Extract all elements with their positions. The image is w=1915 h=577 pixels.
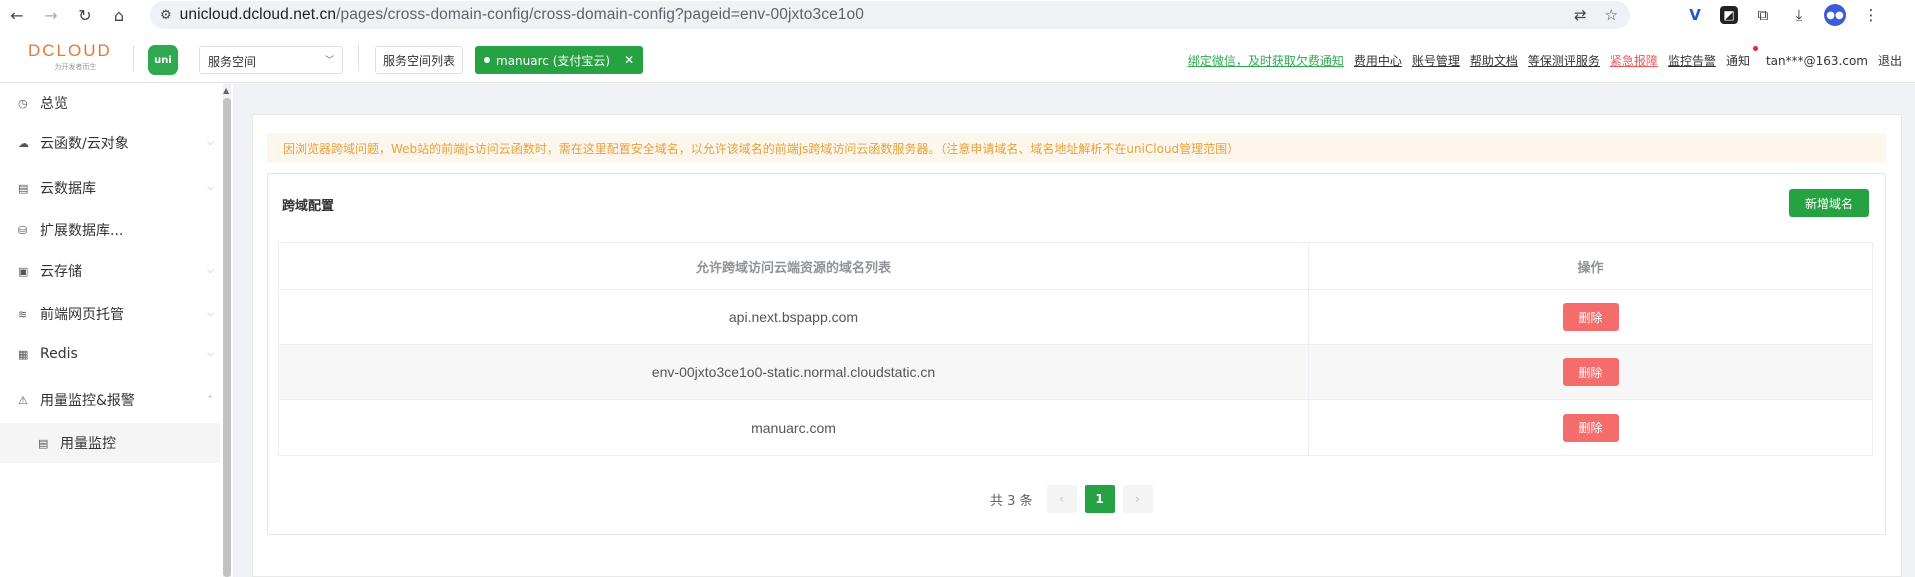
chevron-down-icon: ﹀	[324, 56, 334, 66]
cylinder-icon: ⛁	[18, 223, 28, 237]
scroll-up-icon[interactable]: ▲	[223, 86, 229, 95]
divider	[133, 45, 134, 71]
emergency-report-link[interactable]: 紧急报障	[1610, 52, 1658, 69]
redis-icon: ▦	[18, 347, 29, 361]
sidebar-item-extended-database[interactable]: ⛁ 扩展数据库...	[0, 210, 220, 250]
app-header: DCLOUD 为开发者而生 uni 服务空间 ﹀ 服务空间列表 manuarc …	[0, 31, 1915, 83]
domain-table: 允许跨域访问云端资源的域名列表 操作 api.next.bspapp.com 删…	[278, 242, 1873, 456]
dcloud-logo[interactable]: DCLOUD 为开发者而生	[28, 41, 123, 72]
chevron-down-icon: ⌵	[207, 349, 214, 359]
notification-link[interactable]: 通知	[1726, 46, 1758, 69]
monitor-icon: ▤	[38, 436, 49, 450]
column-header-actions: 操作	[1577, 260, 1604, 276]
chevron-down-icon: ⌵	[207, 183, 214, 193]
close-icon[interactable]: ✕	[624, 53, 634, 67]
pagination: 共 3 条 ‹ 1 ›	[990, 485, 1153, 513]
table-row: env-00jxto3ce1o0-static.normal.cloudstat…	[279, 345, 1872, 400]
menu-kebab-icon[interactable]: ⋮	[1860, 4, 1882, 26]
sidebar-scroll-thumb[interactable]	[223, 98, 231, 577]
add-domain-button[interactable]: 新增域名	[1789, 189, 1869, 217]
translate-icon[interactable]: ⇄	[1574, 6, 1587, 24]
service-space-select[interactable]: 服务空间 ﹀	[199, 46, 343, 74]
current-space-tag[interactable]: manuarc (支付宝云) ✕	[475, 46, 644, 74]
profile-avatar-icon[interactable]: ●●	[1824, 4, 1846, 26]
address-bar[interactable]: ⚙ unicloud.dcloud.net.cn/pages/cross-dom…	[150, 1, 1630, 29]
service-space-list-button[interactable]: 服务空间列表	[375, 46, 464, 74]
help-docs-link[interactable]: 帮助文档	[1470, 52, 1518, 69]
table-row: manuarc.com 删除	[279, 400, 1872, 455]
storage-icon: ▣	[18, 264, 29, 278]
chevron-down-icon: ⌵	[207, 266, 214, 276]
sidebar-item-cloud-functions[interactable]: ☁ 云函数/云对象 ⌵	[0, 123, 220, 163]
uni-logo-icon[interactable]: uni	[148, 45, 178, 75]
next-page-icon[interactable]: ›	[1122, 485, 1153, 513]
domain-cell: env-00jxto3ce1o0-static.normal.cloudstat…	[279, 345, 1309, 399]
domain-cell: manuarc.com	[279, 400, 1309, 455]
sidebar-item-overview[interactable]: ◷ 总览	[0, 83, 220, 123]
delete-button[interactable]: 删除	[1562, 413, 1619, 442]
forward-icon[interactable]: →	[34, 0, 68, 31]
logout-link[interactable]: 退出	[1878, 52, 1902, 69]
domain-cell: api.next.bspapp.com	[279, 290, 1309, 344]
sidebar-item-cloud-storage[interactable]: ▣ 云存储 ⌵	[0, 251, 220, 291]
table-header: 允许跨域访问云端资源的域名列表 操作	[279, 243, 1872, 290]
security-assessment-link[interactable]: 等保测评服务	[1528, 52, 1600, 69]
panel-title: 跨域配置	[282, 199, 335, 214]
database-icon: ▤	[18, 181, 29, 195]
cross-domain-notice: 因浏览器跨域问题，Web站的前端js访问云函数时，需在这里配置安全域名，以允许该…	[267, 133, 1886, 163]
divider	[358, 45, 359, 71]
delete-button[interactable]: 删除	[1562, 303, 1619, 331]
prev-page-icon[interactable]: ‹	[1046, 485, 1077, 513]
site-info-icon[interactable]: ⚙	[160, 8, 172, 23]
back-icon[interactable]: ←	[0, 0, 34, 31]
delete-button[interactable]: 删除	[1562, 358, 1619, 386]
chevron-down-icon: ⌵	[207, 309, 214, 319]
clock-icon: ◷	[18, 96, 28, 110]
sidebar-item-cloud-database[interactable]: ▤ 云数据库 ⌵	[0, 168, 220, 208]
top-links: 绑定微信，及时获取欠费通知 费用中心 账号管理 帮助文档 等保测评服务 紧急报障…	[1188, 46, 1902, 69]
chevron-down-icon: ⌵	[207, 138, 214, 148]
billing-link[interactable]: 费用中心	[1354, 52, 1402, 69]
download-icon[interactable]: ⤓	[1788, 4, 1810, 26]
sidebar-item-usage-monitor[interactable]: ▤ 用量监控	[0, 423, 220, 463]
browser-toolbar: ← → ↻ ⌂ ⚙ unicloud.dcloud.net.cn/pages/c…	[0, 0, 1915, 31]
table-row: api.next.bspapp.com 删除	[279, 290, 1872, 345]
extension-v-icon[interactable]: V	[1684, 4, 1706, 26]
chevron-up-icon: ⌃	[206, 395, 214, 405]
account-link[interactable]: 账号管理	[1412, 52, 1460, 69]
cloud-icon: ☁	[18, 136, 29, 150]
home-icon[interactable]: ⌂	[102, 0, 136, 31]
status-dot-icon	[484, 57, 490, 63]
alarm-icon: ⚠	[18, 393, 28, 407]
extension-square-icon[interactable]: ◩	[1720, 6, 1738, 24]
sidebar-item-redis[interactable]: ▦ Redis ⌵	[0, 334, 220, 374]
user-email[interactable]: tan***@163.com	[1766, 54, 1868, 68]
extensions-puzzle-icon[interactable]: ⧉	[1752, 4, 1774, 26]
pagination-total: 共 3 条	[990, 493, 1033, 509]
page-1-button[interactable]: 1	[1084, 485, 1115, 513]
url-text[interactable]: unicloud.dcloud.net.cn/pages/cross-domai…	[180, 6, 864, 24]
monitor-alert-link[interactable]: 监控告警	[1668, 52, 1716, 69]
bind-wechat-link[interactable]: 绑定微信，及时获取欠费通知	[1188, 52, 1344, 69]
sidebar-item-web-hosting[interactable]: ≋ 前端网页托管 ⌵	[0, 294, 220, 334]
sidebar-item-usage-alerts[interactable]: ⚠ 用量监控&报警 ⌃	[0, 380, 220, 420]
column-header-domain: 允许跨域访问云端资源的域名列表	[279, 243, 1309, 289]
reload-icon[interactable]: ↻	[68, 0, 102, 31]
sidebar: ◷ 总览 ☁ 云函数/云对象 ⌵ ▤ 云数据库 ⌵ ⛁ 扩展数据库... ▣ 云…	[0, 83, 220, 577]
hosting-icon: ≋	[18, 307, 28, 321]
bookmark-star-icon[interactable]: ☆	[1605, 6, 1618, 24]
